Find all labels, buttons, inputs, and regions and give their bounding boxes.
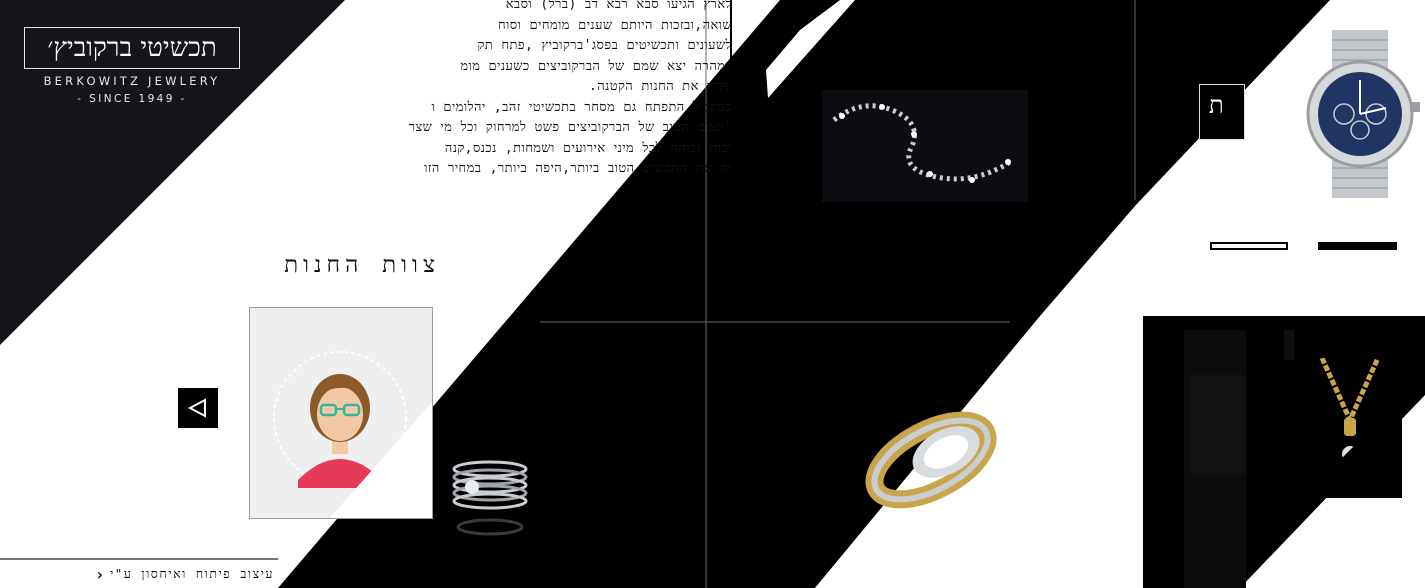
- footer-divider: [0, 558, 278, 560]
- about-line: פקדו את החנות הקטנה.: [588, 79, 732, 94]
- about-divider: [730, 0, 732, 108]
- slider-indicator-active[interactable]: [1318, 242, 1397, 250]
- gold-ring-image[interactable]: [856, 380, 1006, 540]
- about-line: במהרה יצא שמם של הברקוביצים כשענים מומ: [460, 58, 732, 74]
- about-line: לארץ הגיעו סבא רבא דב (ברל) וסבא: [505, 0, 732, 12]
- pendant-image[interactable]: [1302, 358, 1402, 498]
- about-line: לשעונים ותכשיטים בפסג'ברקוביץ ,פתח תק: [477, 38, 732, 53]
- about-text: לארץ הגיעו סבא רבא דב (ברל) וסבא שואה,וב…: [186, 0, 732, 181]
- about-line: יכות גבוהה לכל מיני אירועים ושמחות, נכנס…: [444, 140, 732, 156]
- triangle-left-icon: [187, 398, 206, 418]
- watch-image[interactable]: [1298, 30, 1422, 198]
- about-line: יה את התכשיט הטוב ביותר,היפה ביותר, במחי…: [424, 161, 732, 176]
- mini-logo-letter: ת: [1209, 91, 1224, 119]
- stacked-rings-image[interactable]: [448, 455, 532, 545]
- avatar: [273, 351, 432, 518]
- about-line: במקביל התפתח גם מסחר בתכשיטי זהב, יהלומי…: [431, 99, 732, 115]
- chevron-left-icon: ‹: [94, 564, 106, 584]
- credit-link[interactable]: ‹ עיצוב פיתוח ואיחסון ע"י: [14, 564, 274, 584]
- mini-logo: ת: [1199, 84, 1245, 140]
- team-title: צוות החנות: [284, 252, 440, 278]
- team-member-card[interactable]: [249, 307, 433, 519]
- prev-button[interactable]: [178, 388, 218, 428]
- credit-text: עיצוב פיתוח ואיחסון ע"י: [110, 566, 274, 581]
- slider-indicator[interactable]: [1210, 242, 1288, 250]
- about-line: 'שמם הטוב של הברקוביצים פשט למרחוק וכל מ…: [408, 120, 732, 135]
- about-line: שואה,ובזכות היותם שענים מומחים וסוח: [497, 17, 732, 33]
- bracelet-image[interactable]: [822, 90, 1028, 202]
